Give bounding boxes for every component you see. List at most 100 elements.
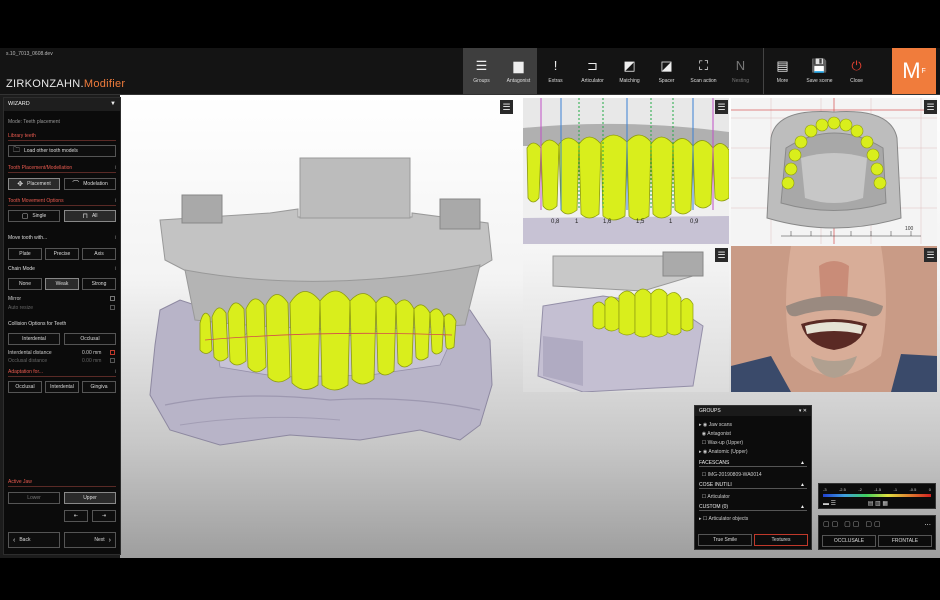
placement-button[interactable]: ✥ Placement: [8, 178, 60, 190]
plate-button[interactable]: Plate: [8, 248, 42, 260]
extras-button[interactable]: ! Extras: [537, 48, 574, 94]
chain-none-button[interactable]: None: [8, 278, 42, 290]
view-mode-icons[interactable]: ▢▢ ▢▢ ▢▢: [823, 520, 883, 528]
groups-icon: ☰: [475, 57, 488, 73]
occlusal-distance-value[interactable]: 0.00 mm: [82, 358, 101, 364]
spacer-button[interactable]: ◪ Spacer: [648, 48, 685, 94]
chain-strong-button[interactable]: Strong: [82, 278, 116, 290]
back-button[interactable]: ‹ Back: [8, 532, 60, 548]
frontale-view-button[interactable]: FRONTALE: [878, 535, 932, 547]
interdental-distance-label: Interdental distance: [8, 350, 52, 356]
articulator-objects-item[interactable]: ▸ ☐ Articulator objects: [699, 516, 807, 522]
more-options-icon[interactable]: ...: [924, 518, 931, 527]
ruler-label: 100: [905, 226, 914, 232]
cose-section-header[interactable]: COSE INUTILI ▲: [699, 482, 807, 489]
modelation-button[interactable]: ⌒ Modelation: [64, 178, 116, 190]
chevron-left-icon: ‹: [13, 536, 16, 544]
custom-section-header[interactable]: CUSTOM (0) ▲: [699, 504, 807, 511]
shape-icon: ⌒: [72, 181, 80, 188]
wizard-sidebar: WIZARD ▼ Mode: Teeth placement Library te…: [3, 97, 121, 555]
matching-icon: ◩: [623, 57, 636, 73]
textures-button[interactable]: Textures: [754, 534, 808, 546]
main-jaw-model[interactable]: [120, 95, 520, 495]
antagonist-button[interactable]: ▆ Antagonist: [500, 48, 537, 94]
adapt-gingiva-button[interactable]: Gingiva: [82, 381, 116, 393]
brand-title: ZIRKONZAHN.Modifier: [6, 78, 126, 90]
chain-mode-label: Chain Mode i: [8, 266, 116, 272]
matching-button[interactable]: ◩ Matching: [611, 48, 648, 94]
lower-jaw-button[interactable]: Lower: [8, 492, 60, 504]
measurement-view[interactable]: 0,8 1 1,6 1,5 1 0,9: [523, 98, 729, 244]
save-scene-button[interactable]: 💾 Save scene: [801, 48, 838, 94]
scale-controls[interactable]: ▬ ☰ ▤ ▥ ▦: [823, 500, 888, 507]
adapt-occlusal-button[interactable]: Occlusal: [8, 381, 42, 393]
3d-viewport[interactable]: ☰ 0,8 1 1,6 1,5 1 0,9 ☰ 100 ☰ ☰ ☰ GROUPS…: [120, 95, 940, 558]
true-smile-button[interactable]: True Smile: [698, 534, 752, 546]
load-tooth-models-button[interactable]: 🗀 Load other tooth models: [8, 145, 116, 157]
precise-button[interactable]: Precise: [45, 248, 79, 260]
close-button[interactable]: ⏻ Close: [838, 48, 875, 94]
all-button[interactable]: ⊓ All: [64, 210, 116, 222]
scale-values: -3 -2.5 -2 -1.5 -1 -0.5 0: [823, 487, 931, 492]
measure-label: 1,6: [603, 219, 612, 225]
side-view[interactable]: [523, 246, 729, 392]
modifier-logo: MF: [892, 48, 936, 94]
side-view-menu-button[interactable]: ☰: [715, 248, 728, 262]
interdental-distance-checkbox[interactable]: [110, 350, 115, 355]
all-teeth-icon: ⊓: [82, 213, 88, 220]
occlusale-view-button[interactable]: OCCLUSALE: [822, 535, 876, 547]
groups-button[interactable]: ☰ Groups: [463, 48, 500, 94]
jaw-swap-left-button[interactable]: ⇤: [64, 510, 88, 522]
interdental-collision-button[interactable]: Interdental: [8, 333, 60, 345]
occlusal-grid-view[interactable]: 100: [731, 98, 937, 244]
mode-text: Mode: Teeth placement: [8, 119, 60, 125]
wizard-header[interactable]: WIZARD ▼: [4, 98, 120, 111]
more-icon: ▤: [776, 57, 789, 73]
measurement-view-menu-button[interactable]: ☰: [715, 100, 728, 114]
articulator-item[interactable]: ☐ Articulator: [699, 494, 807, 500]
auto-resize-checkbox[interactable]: [110, 305, 115, 310]
auto-resize-label: Auto resize: [8, 305, 34, 311]
occlusal-distance-checkbox[interactable]: [110, 358, 115, 363]
face-photo-view[interactable]: [731, 246, 937, 392]
file-name: s.10_7013_0608.dev: [6, 51, 53, 57]
facescan-item[interactable]: ☐ IMG-20190809-WA0014: [699, 472, 807, 478]
collision-options-label: Collision Options for Teeth: [8, 321, 67, 327]
adapt-interdental-button[interactable]: Interdental: [45, 381, 79, 393]
main-view-menu-button[interactable]: ☰: [500, 100, 513, 114]
group-item-antagonist[interactable]: ◉ Antagonist: [699, 431, 807, 437]
library-teeth-section: Library teeth: [8, 133, 116, 141]
articulator-button[interactable]: ⊐ Articulator: [574, 48, 611, 94]
occlusal-collision-button[interactable]: Occlusal: [64, 333, 116, 345]
modifier-app-window: s.10_7013_0608.dev ZIRKONZAHN.Modifier ☰…: [0, 48, 940, 558]
mirror-checkbox[interactable]: [110, 296, 115, 301]
more-button[interactable]: ▤ More: [763, 48, 801, 94]
save-icon: 💾: [811, 57, 828, 73]
power-icon: ⏻: [851, 57, 862, 73]
scan-action-button[interactable]: ⛶ Scan action: [685, 48, 722, 94]
panel-pin-close-icon[interactable]: ▾ ✕: [799, 406, 807, 416]
face-view-menu-button[interactable]: ☰: [924, 248, 937, 262]
patient-face-photo: [731, 246, 937, 392]
measure-label: 0,9: [690, 219, 699, 225]
next-button[interactable]: Next ›: [64, 532, 116, 548]
group-item-wax-up[interactable]: ☐ Wax-up (Upper): [699, 440, 807, 446]
move-icon: ✥: [17, 181, 24, 188]
chain-weak-button[interactable]: Weak: [45, 278, 79, 290]
group-item-anatomic[interactable]: ▸ ◉ Anatomic (Upper): [699, 449, 807, 455]
group-item-jaw-scans[interactable]: ▸ ◉ Jaw scans: [699, 422, 807, 428]
single-button[interactable]: ▢ Single: [8, 210, 60, 222]
arrow-left-icon: ⇤: [73, 513, 79, 519]
facescans-section-header[interactable]: FACESCANS ▲: [699, 460, 807, 467]
chevron-right-icon: ›: [108, 536, 111, 544]
upper-jaw-button[interactable]: Upper: [64, 492, 116, 504]
interdental-distance-value[interactable]: 0.00 mm: [82, 350, 101, 356]
jaw-swap-right-button[interactable]: ⇥: [92, 510, 116, 522]
axis-button[interactable]: Axis: [82, 248, 116, 260]
nesting-button[interactable]: N Nesting: [722, 48, 759, 94]
active-jaw-section: Active Jaw: [8, 479, 116, 487]
color-scale-bar: [823, 494, 931, 497]
occlusal-view-menu-button[interactable]: ☰: [924, 100, 937, 114]
placement-section: Tooth Placement/Modellation i: [8, 165, 116, 173]
antagonist-icon: ▆: [513, 57, 524, 73]
